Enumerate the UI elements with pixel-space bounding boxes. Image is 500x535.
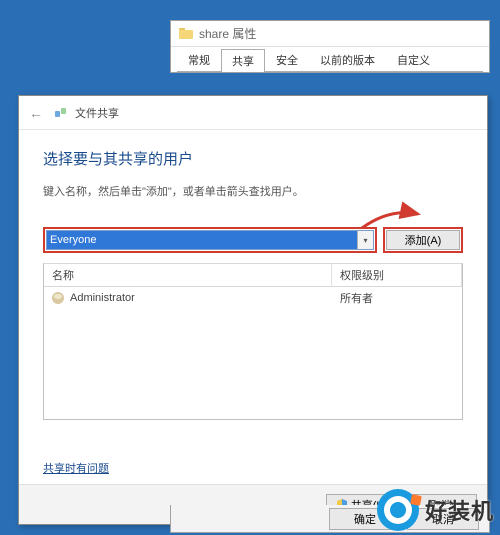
file-sharing-dialog: ← 文件共享 选择要与其共享的用户 键入名称，然后单击"添加"，或者单击箭头查找…: [18, 95, 488, 525]
watermark-text: 好装机: [425, 494, 494, 526]
tab-previous-versions[interactable]: 以前的版本: [309, 48, 386, 71]
watermark: 好装机: [377, 489, 494, 531]
add-button-highlight: 添加(A): [383, 227, 463, 253]
tab-sharing[interactable]: 共享: [221, 49, 265, 72]
dialog-subtext: 键入名称，然后单击"添加"，或者单击箭头查找用户。: [43, 183, 463, 199]
row-name: Administrator: [70, 292, 135, 304]
list-header: 名称 权限级别: [44, 264, 462, 287]
properties-title-text: share 属性: [199, 25, 256, 42]
dialog-header-title: 文件共享: [75, 105, 119, 121]
user-combo[interactable]: ▾: [46, 230, 374, 250]
dialog-header: ← 文件共享: [19, 96, 487, 130]
row-permission: 所有者: [332, 290, 462, 306]
properties-ok-label: 确定: [354, 511, 376, 527]
tab-general[interactable]: 常规: [177, 48, 221, 71]
user-combo-highlight: ▾: [43, 227, 377, 253]
user-icon: [52, 292, 64, 304]
tab-customize[interactable]: 自定义: [386, 48, 441, 71]
permissions-list: 名称 权限级别 Administrator 所有者: [43, 263, 463, 420]
user-input[interactable]: [47, 231, 357, 249]
tab-security[interactable]: 安全: [265, 48, 309, 71]
properties-titlebar: share 属性: [171, 21, 489, 47]
column-name[interactable]: 名称: [44, 264, 332, 286]
column-permission[interactable]: 权限级别: [332, 264, 462, 286]
back-arrow-icon[interactable]: ←: [29, 105, 43, 121]
network-share-icon: [53, 105, 69, 121]
list-row[interactable]: Administrator 所有者: [44, 287, 462, 309]
trouble-sharing-link[interactable]: 共享时有问题: [43, 460, 463, 476]
add-button-label: 添加(A): [405, 232, 442, 248]
properties-window: share 属性 常规 共享 安全 以前的版本 自定义: [170, 20, 490, 73]
chevron-down-icon[interactable]: ▾: [357, 231, 373, 249]
watermark-logo-icon: [377, 489, 419, 531]
dialog-heading: 选择要与其共享的用户: [43, 148, 463, 169]
add-button[interactable]: 添加(A): [386, 230, 460, 250]
properties-tabs: 常规 共享 安全 以前的版本 自定义: [171, 47, 489, 71]
folder-icon: [179, 28, 193, 39]
